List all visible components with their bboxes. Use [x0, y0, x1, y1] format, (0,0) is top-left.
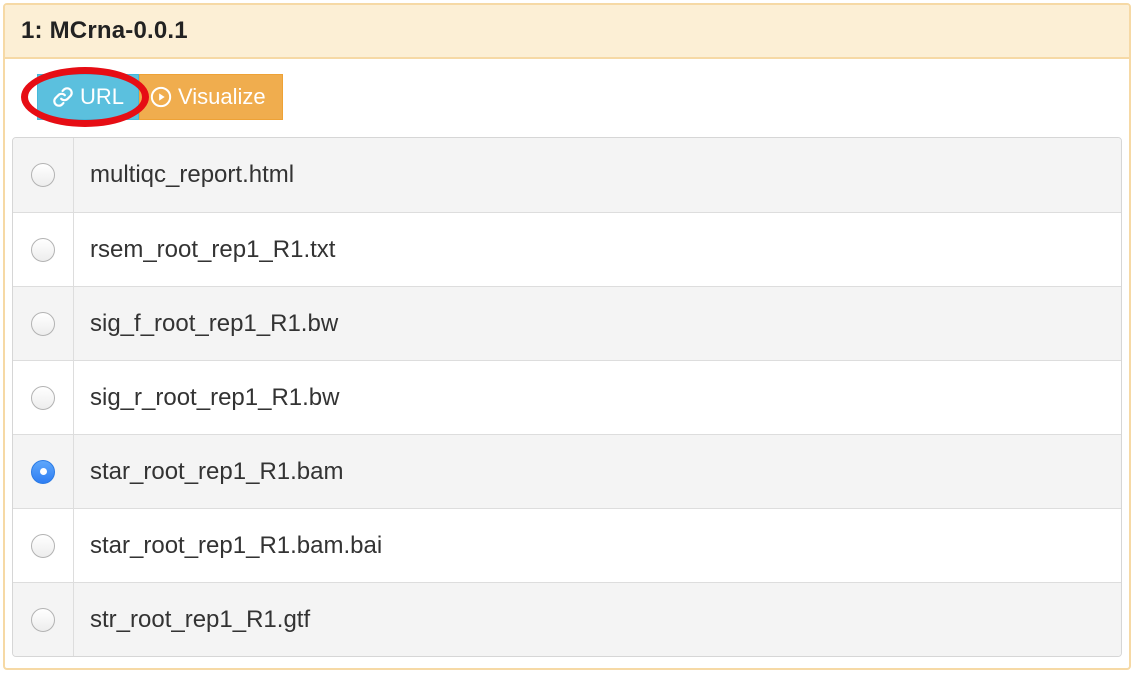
link-icon	[53, 87, 73, 107]
file-radio-button[interactable]	[31, 607, 55, 632]
file-row[interactable]: str_root_rep1_R1.gtf	[13, 582, 1121, 656]
file-name: sig_f_root_rep1_R1.bw	[90, 309, 339, 337]
file-row[interactable]: star_root_rep1_R1.bam	[13, 434, 1121, 508]
file-row[interactable]: multiqc_report.html	[13, 138, 1121, 212]
file-radio-button[interactable]	[31, 311, 55, 336]
file-radio-button[interactable]	[31, 385, 55, 410]
panel-title: 1: MCrna-0.0.1	[21, 17, 188, 44]
radio-cell	[13, 361, 74, 434]
radio-cell	[13, 509, 74, 582]
file-name: multiqc_report.html	[90, 161, 295, 188]
file-name: rsem_root_rep1_R1.txt	[90, 235, 336, 263]
file-radio-button[interactable]	[31, 533, 55, 558]
file-radio-button[interactable]	[31, 459, 55, 484]
visualize-button-label: Visualize	[178, 84, 266, 109]
file-radio-button[interactable]	[31, 163, 55, 187]
file-row[interactable]: sig_r_root_rep1_R1.bw	[13, 360, 1121, 434]
file-row[interactable]: star_root_rep1_R1.bam.bai	[13, 508, 1121, 582]
file-name: star_root_rep1_R1.bam.bai	[90, 531, 383, 559]
panel-heading: 1: MCrna-0.0.1	[5, 5, 1129, 59]
file-radio-button[interactable]	[31, 237, 55, 262]
file-list: multiqc_report.html rsem_root_rep1_R1.txt…	[12, 137, 1122, 657]
url-button[interactable]: URL	[37, 74, 139, 120]
file-name: sig_r_root_rep1_R1.bw	[90, 383, 340, 411]
radio-cell	[13, 213, 74, 286]
url-button-label: URL	[80, 84, 125, 109]
visualize-button[interactable]: Visualize	[139, 74, 283, 120]
action-buttons: URL Visualize	[37, 74, 283, 120]
file-row[interactable]: rsem_root_rep1_R1.txt	[13, 212, 1121, 286]
file-row[interactable]: sig_f_root_rep1_R1.bw	[13, 286, 1121, 360]
file-name: str_root_rep1_R1.gtf	[90, 605, 311, 633]
radio-cell	[13, 287, 74, 360]
file-name: star_root_rep1_R1.bam	[90, 457, 344, 485]
radio-cell	[13, 435, 74, 508]
radio-cell	[13, 583, 74, 656]
radio-cell	[13, 138, 74, 212]
play-circle-icon	[150, 86, 172, 108]
